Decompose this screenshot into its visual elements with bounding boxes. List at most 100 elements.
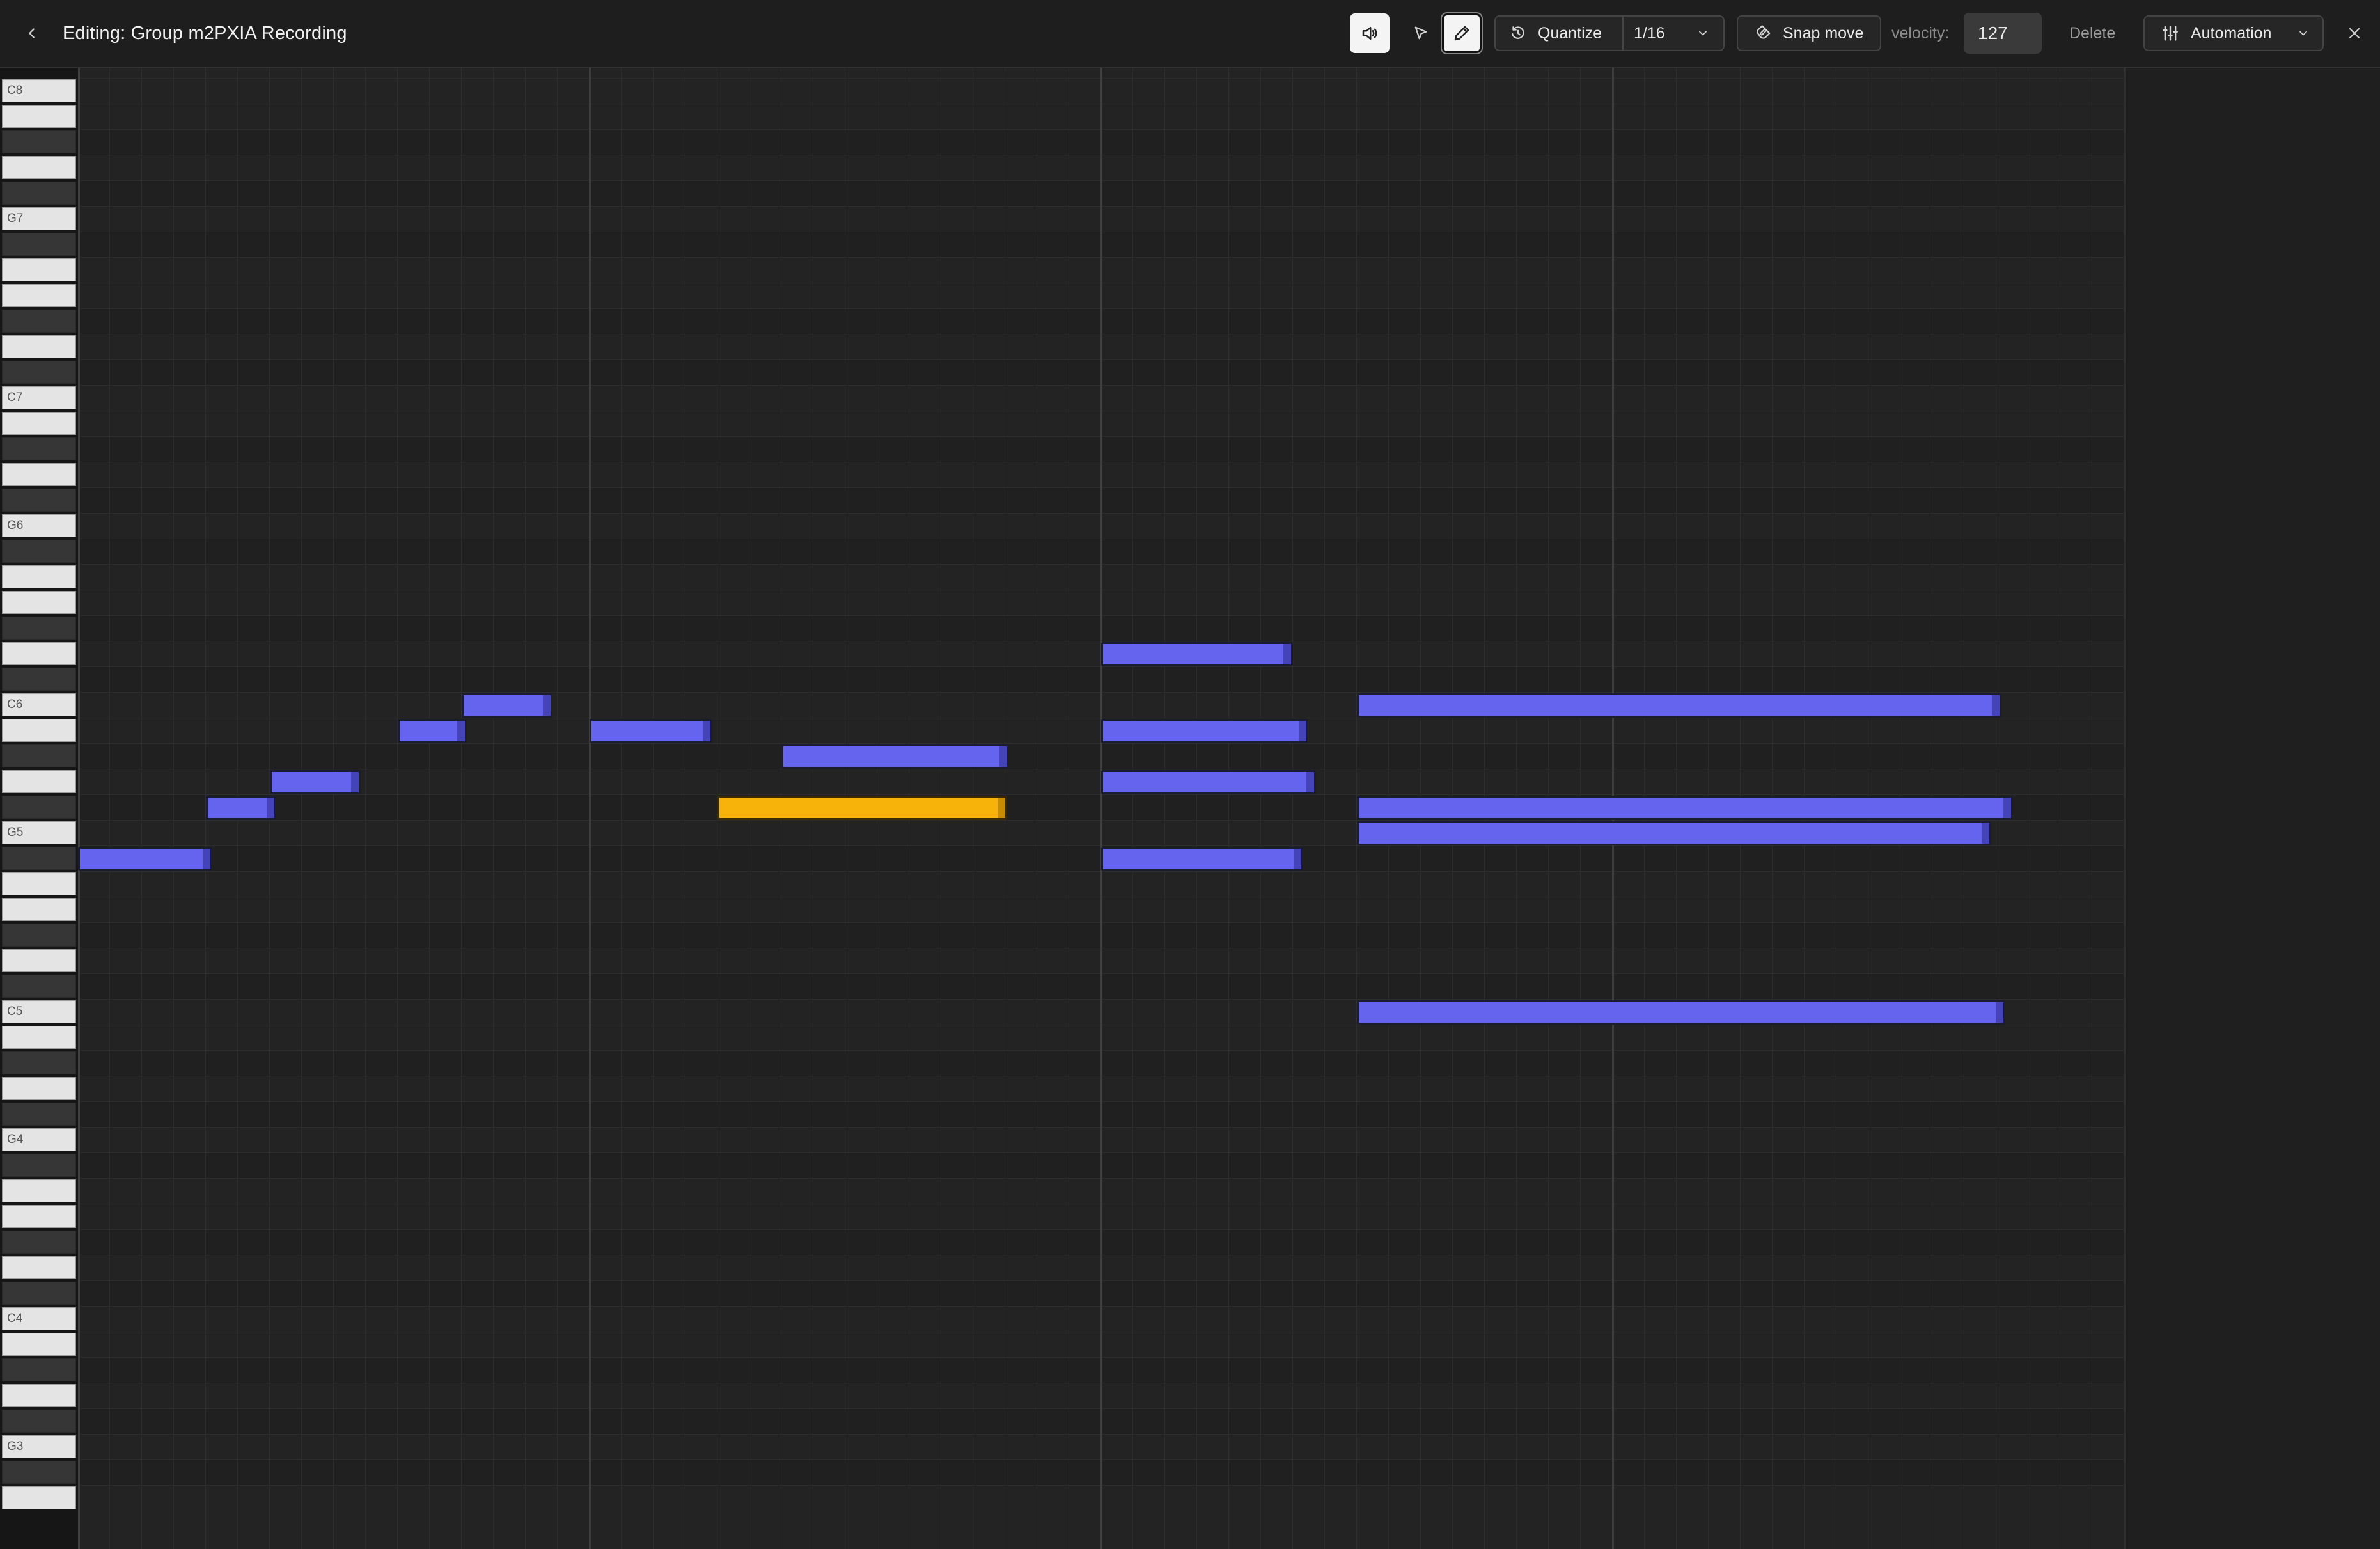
grid-step-line: [557, 68, 558, 1549]
midi-note[interactable]: [462, 693, 552, 718]
piano-key-as5[interactable]: [2, 744, 76, 767]
piano-key-cs6[interactable]: [2, 668, 76, 691]
octave-label: G3: [7, 1440, 24, 1453]
piano-key-c6[interactable]: C6: [2, 693, 76, 716]
piano-key-b4[interactable]: [2, 1026, 76, 1049]
piano-key-g5[interactable]: G5: [2, 821, 76, 844]
piano-key-gs5[interactable]: [2, 796, 76, 819]
piano-keyboard: C8 G7 C7 G6 C6 G5 C5 G4 C4 G3: [0, 68, 78, 1549]
grid-step-line: [621, 68, 622, 1549]
piano-key-a6[interactable]: [2, 463, 76, 486]
octave-label: G6: [7, 519, 24, 532]
piano-key-cs4[interactable]: [2, 1282, 76, 1305]
pointer-icon: [1414, 26, 1427, 40]
piano-key-gs4[interactable]: [2, 1103, 76, 1126]
piano-key-b3[interactable]: [2, 1333, 76, 1356]
octave-label: G7: [7, 212, 24, 225]
piano-key-gs6[interactable]: [2, 489, 76, 512]
piano-key-g4[interactable]: G4: [2, 1128, 76, 1151]
piano-key-f7[interactable]: [2, 258, 76, 281]
piano-key-cs7[interactable]: [2, 361, 76, 384]
piano-key-a5[interactable]: [2, 770, 76, 793]
grid-bar-line: [1100, 68, 1102, 1549]
piano-key-e5[interactable]: [2, 898, 76, 921]
close-editor-button[interactable]: [2340, 19, 2368, 47]
piano-key-as7[interactable]: [2, 130, 76, 153]
piano-key-g7[interactable]: G7: [2, 207, 76, 230]
piano-key-as6[interactable]: [2, 437, 76, 460]
piano-key-gs3[interactable]: [2, 1410, 76, 1433]
note-grid[interactable]: [78, 68, 2124, 1549]
piano-key-gs7[interactable]: [2, 182, 76, 205]
piano-key-d7[interactable]: [2, 335, 76, 358]
midi-note-selected[interactable]: [717, 796, 1007, 820]
piano-key-b6[interactable]: [2, 412, 76, 435]
midi-note[interactable]: [398, 719, 467, 743]
piano-key-b7[interactable]: [2, 105, 76, 128]
midi-note[interactable]: [270, 770, 361, 794]
midi-note[interactable]: [1101, 770, 1316, 794]
piano-key-d6[interactable]: [2, 642, 76, 665]
piano-key-c8[interactable]: C8: [2, 79, 76, 102]
piano-key-as3[interactable]: [2, 1358, 76, 1381]
quantize-grid-select[interactable]: 1/16: [1624, 17, 1723, 50]
grid-bar-line: [78, 68, 80, 1549]
piano-key-c7[interactable]: C7: [2, 386, 76, 409]
velocity-label: velocity:: [1891, 24, 1950, 42]
piano-key-e6[interactable]: [2, 591, 76, 614]
back-button[interactable]: [18, 0, 46, 67]
piano-key-fs7[interactable]: [2, 233, 76, 256]
piano-key-fs5[interactable]: [2, 847, 76, 870]
select-tool-button[interactable]: [1401, 13, 1441, 53]
grid-step-line: [365, 68, 366, 1549]
midi-note[interactable]: [590, 719, 712, 743]
piano-key-ds4[interactable]: [2, 1231, 76, 1254]
pencil-tool-button[interactable]: [1442, 13, 1482, 53]
piano-key-c4[interactable]: C4: [2, 1307, 76, 1330]
octave-label: C4: [7, 1312, 23, 1325]
preview-sound-toggle[interactable]: [1350, 13, 1390, 53]
piano-key-a3[interactable]: [2, 1384, 76, 1407]
midi-note[interactable]: [1101, 847, 1303, 871]
midi-note[interactable]: [1357, 1000, 2005, 1025]
piano-key-a7[interactable]: [2, 156, 76, 179]
midi-note[interactable]: [1357, 693, 2001, 718]
automation-dropdown[interactable]: Automation: [2143, 15, 2324, 51]
sliders-icon: [2163, 26, 2178, 41]
piano-key-e7[interactable]: [2, 284, 76, 307]
piano-key-f4[interactable]: [2, 1179, 76, 1202]
piano-key-f3[interactable]: [2, 1486, 76, 1509]
piano-key-as4[interactable]: [2, 1051, 76, 1074]
piano-key-b5[interactable]: [2, 719, 76, 742]
piano-key-fs6[interactable]: [2, 540, 76, 563]
snap-move-toggle[interactable]: Snap move: [1737, 15, 1881, 51]
piano-key-fs3[interactable]: [2, 1461, 76, 1484]
midi-note[interactable]: [1101, 642, 1293, 666]
piano-key-ds6[interactable]: [2, 617, 76, 640]
piano-key-e4[interactable]: [2, 1205, 76, 1228]
piano-roll: C8 G7 C7 G6 C6 G5 C5 G4 C4 G3: [0, 68, 2380, 1549]
piano-key-f6[interactable]: [2, 565, 76, 588]
grid-step-line: [525, 68, 526, 1549]
midi-note[interactable]: [1101, 719, 1308, 743]
midi-note[interactable]: [1357, 796, 2013, 820]
piano-key-d5[interactable]: [2, 949, 76, 972]
piano-key-d4[interactable]: [2, 1256, 76, 1279]
piano-key-g3[interactable]: G3: [2, 1435, 76, 1458]
piano-key-f5[interactable]: [2, 872, 76, 895]
delete-button[interactable]: Delete: [2069, 0, 2115, 67]
octave-label: G4: [7, 1133, 24, 1146]
piano-key-g6[interactable]: G6: [2, 514, 76, 537]
midi-note[interactable]: [206, 796, 276, 820]
piano-key-a4[interactable]: [2, 1077, 76, 1100]
piano-key-ds5[interactable]: [2, 924, 76, 947]
midi-note[interactable]: [78, 847, 212, 871]
quantize-button[interactable]: Quantize: [1496, 17, 1624, 50]
piano-key-fs4[interactable]: [2, 1154, 76, 1177]
midi-note[interactable]: [1357, 821, 1991, 845]
piano-key-c5[interactable]: C5: [2, 1000, 76, 1023]
midi-note[interactable]: [781, 744, 1009, 769]
velocity-input[interactable]: [1964, 13, 2042, 54]
piano-key-cs5[interactable]: [2, 975, 76, 998]
piano-key-ds7[interactable]: [2, 310, 76, 333]
